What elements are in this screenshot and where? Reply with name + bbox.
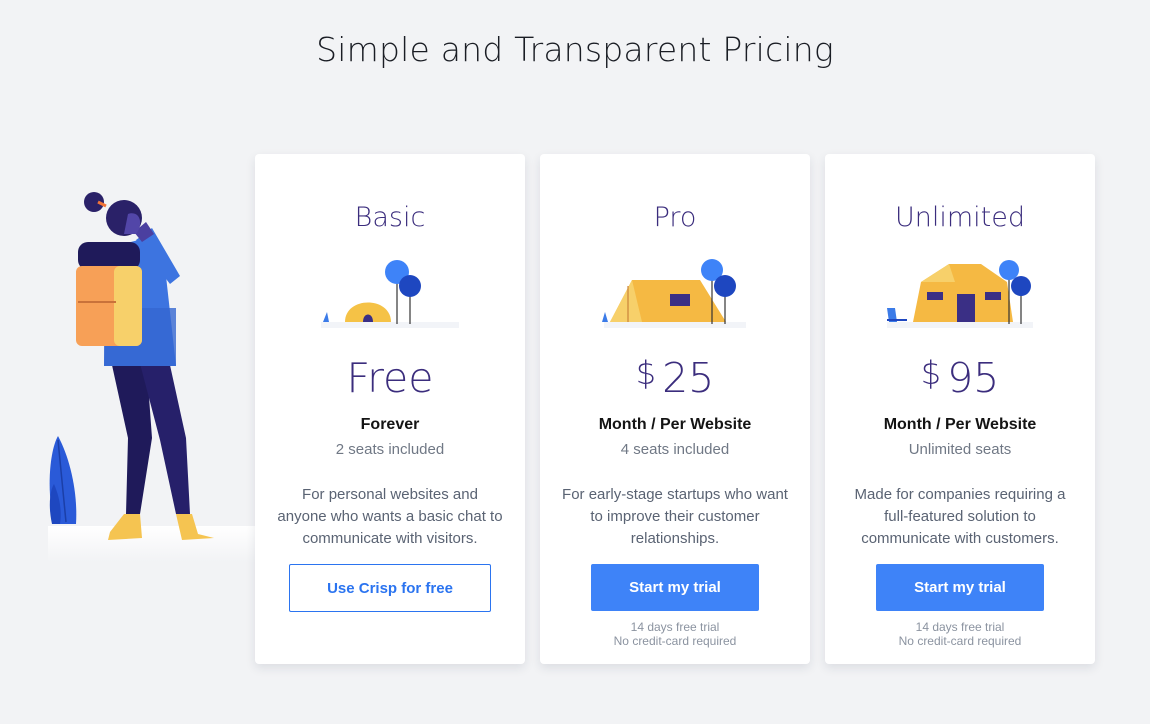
plan-price: $95: [825, 354, 1095, 402]
trial-note: 14 days free trial No credit-card requir…: [540, 620, 810, 648]
plan-name: Unlimited: [894, 202, 1026, 233]
plan-name: Basic: [354, 202, 426, 233]
plan-card-unlimited: Unlimited $95 Month / Per Website Unlimi…: [825, 154, 1095, 664]
price-currency: $: [635, 354, 657, 392]
plan-price: $25: [540, 354, 810, 402]
trial-note-line: No credit-card required: [613, 634, 737, 648]
plan-card-basic: Basic Free Forever 2 seats included For …: [255, 154, 525, 664]
trial-note-line: 14 days free trial: [630, 620, 720, 634]
trial-note: 14 days free trial No credit-card requir…: [825, 620, 1095, 648]
hiker-backpack-illustration: [48, 192, 258, 562]
plan-period: Forever: [360, 416, 420, 433]
start-trial-button[interactable]: Start my trial: [591, 564, 759, 611]
start-trial-button[interactable]: Start my trial: [876, 564, 1044, 611]
price-currency: $: [920, 354, 942, 392]
plan-description: Made for companies requiring a full-feat…: [854, 486, 1066, 547]
plan-card-pro: Pro $25 Month / Per Website 4 seats incl…: [540, 154, 810, 664]
price-amount: Free: [346, 354, 434, 402]
plan-description: For personal websites and anyone who wan…: [277, 486, 503, 547]
plan-period: Month / Per Website: [883, 416, 1037, 433]
plan-description: For early-stage startups who want to imp…: [562, 486, 788, 547]
price-amount: 95: [947, 354, 1000, 402]
plan-name: Pro: [653, 202, 697, 233]
plan-seats: Unlimited seats: [908, 441, 1012, 458]
plan-price: Free: [255, 354, 525, 402]
price-amount: 25: [662, 354, 715, 402]
plan-period: Month / Per Website: [598, 416, 752, 433]
plan-seats: 4 seats included: [620, 441, 730, 458]
use-crisp-free-button[interactable]: Use Crisp for free: [289, 564, 491, 612]
large-tent-icon: [887, 260, 1033, 328]
small-tent-icon: [321, 260, 459, 328]
plan-seats: 2 seats included: [335, 441, 445, 458]
medium-tent-icon: [602, 259, 746, 328]
trial-note-line: 14 days free trial: [915, 620, 1005, 634]
trial-note-line: No credit-card required: [898, 634, 1022, 648]
page-title: Simple and Transparent Pricing: [316, 30, 834, 69]
